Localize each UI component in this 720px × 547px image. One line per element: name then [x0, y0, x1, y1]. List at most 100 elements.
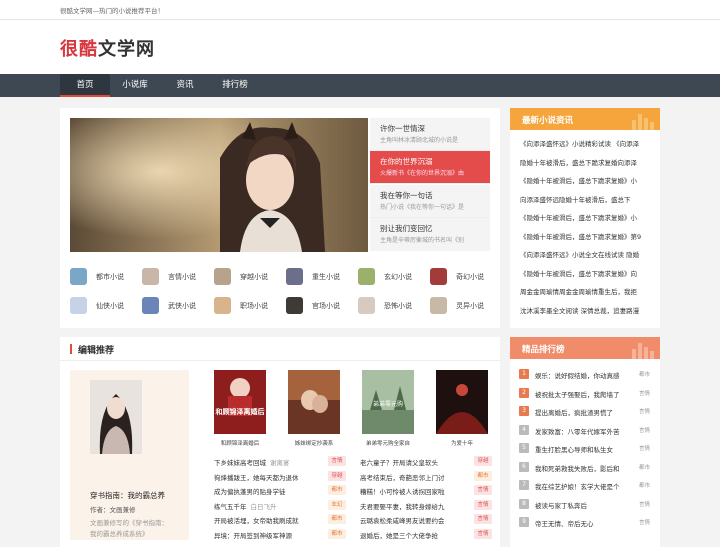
- book-list-row[interactable]: 练气五千年 白日飞升 玄幻: [214, 499, 346, 511]
- rank-item[interactable]: 9 帝王无情、帝后无心 言情: [519, 516, 657, 530]
- book-list-tag[interactable]: 都市: [328, 528, 346, 539]
- carousel-item[interactable]: 我在等你一句话 热门小说《我在等你一句话》是: [370, 185, 490, 218]
- carousel-item[interactable]: 许你一世情深 主角叫林冰清顾北城的小说是: [370, 118, 490, 151]
- category-label: 穿越小说: [240, 273, 268, 281]
- logo-red-text: 很酷: [60, 39, 98, 60]
- news-item[interactable]: 沈沐溪李墨全文阅读 深情总裁，追妻路漫: [520, 305, 650, 315]
- rank-title: 我和死弟救我失败后，影后和: [535, 464, 620, 473]
- news-item[interactable]: 向添泽盛怀远隐婚十年被滑后，盛总下: [520, 194, 650, 204]
- book-title[interactable]: 弟弟零元购全家自: [354, 439, 422, 447]
- carousel-image[interactable]: [70, 118, 368, 252]
- carousel-item-active[interactable]: 在你的世界沉溺 火爆新书《在你的世界沉溺》由: [370, 151, 490, 184]
- book-list-title: 异境：开局签到神级军神源: [214, 530, 322, 540]
- book-list-row[interactable]: 高考结束后，奇葩恶邻上门讨 都市: [360, 470, 492, 482]
- book-list-title: 成为偏执蓬男的贴身学徒: [214, 486, 322, 496]
- main-nav: 首页 小说库 资讯 排行榜: [0, 74, 720, 97]
- news-item[interactable]: 《向添泽盛怀远》小说全文在线试读 隐婚: [520, 249, 650, 259]
- news-heading-text: 最新小说资讯: [522, 116, 574, 126]
- news-item[interactable]: 《隐婚十年被滑后，盛总下跪求复婚》小: [520, 212, 650, 222]
- rank-item[interactable]: 4 发家致富：八零年代嫁军外苦 言情: [519, 424, 657, 438]
- rank-item[interactable]: 6 我和死弟救我失败后，影后和 都市: [519, 461, 657, 475]
- rank-number: 5: [519, 443, 529, 453]
- book-list-row[interactable]: 退婚后，她是三个大佬争抢 言情: [360, 528, 492, 540]
- book-list-row[interactable]: 糟糕！小可怜被人诱拐回家啦 言情: [360, 484, 492, 496]
- carousel-item-desc: 主角叫林冰清顾北城的小说是: [380, 137, 459, 144]
- book-list-tag[interactable]: 都市: [474, 470, 492, 481]
- book-list-tag[interactable]: 言情: [474, 499, 492, 510]
- book-list-tag[interactable]: 言情: [474, 514, 492, 524]
- rank-item[interactable]: 7 我在综艺护娘！玄学大佬是个 都市: [519, 479, 657, 493]
- book-cover[interactable]: 弟弟零元购: [362, 370, 414, 434]
- carousel-item[interactable]: 别让我们变回忆 主角是辛蒂厉衡城的书名叫《别: [370, 218, 490, 251]
- category-item[interactable]: 穿越小说: [214, 268, 274, 288]
- book-list-title: 下乡妹妹高考回城 谢离宴: [214, 457, 322, 467]
- category-item[interactable]: 官场小说: [286, 297, 346, 317]
- category-item[interactable]: 恐怖小说: [358, 297, 418, 317]
- rank-item[interactable]: 1 娱乐：说好假结婚，你动真感 都市: [519, 368, 657, 382]
- rank-item[interactable]: 3 提出离婚后，疯批渣男慌了 言情: [519, 405, 657, 419]
- category-item[interactable]: 言情小说: [142, 268, 202, 288]
- featured-book-desc: 文画兼修写的《穿书指南：我的霸总养成系统》: [90, 519, 168, 538]
- category-label: 恐怖小说: [384, 302, 412, 310]
- rank-item[interactable]: 8 被读与家丁私奔后 言情: [519, 498, 657, 512]
- category-item[interactable]: 仙侠小说: [70, 297, 130, 317]
- book-title[interactable]: 为爱十年: [428, 439, 496, 447]
- carousel-item-title: 在你的世界沉溺: [380, 157, 433, 166]
- rank-category: 言情: [639, 446, 651, 452]
- book-list-title: 开局被活埋，女帝助我刷成就: [214, 515, 322, 525]
- category-item[interactable]: 武侠小说: [142, 297, 202, 317]
- category-icon: [286, 268, 303, 285]
- book-cover[interactable]: [436, 370, 488, 434]
- category-item[interactable]: 职场小说: [214, 297, 274, 317]
- category-item[interactable]: 奇幻小说: [430, 268, 490, 288]
- book-list-row[interactable]: 夫君要娶平妻，我转身嫁给九 言情: [360, 499, 492, 511]
- book-title[interactable]: 姊妹绑定抄袭系: [280, 439, 348, 447]
- book-list-tag[interactable]: 玄幻: [328, 499, 346, 510]
- nav-news[interactable]: 资讯: [160, 74, 210, 97]
- book-list-row[interactable]: 下乡妹妹高考回城 谢离宴 言情: [214, 455, 346, 467]
- book-list-row[interactable]: 老六童子？开局请父皇软头 穿越: [360, 455, 492, 467]
- category-item[interactable]: 玄幻小说: [358, 268, 418, 288]
- featured-book-cover[interactable]: [90, 380, 142, 454]
- rank-item[interactable]: 2 被祝批太子强娶后，我爬墙了 言情: [519, 387, 657, 401]
- book-cover[interactable]: [288, 370, 340, 434]
- category-item[interactable]: 都市小说: [70, 268, 130, 288]
- category-icon: [70, 297, 87, 314]
- news-item[interactable]: 《向添泽盛怀远》小说精彩试读 《向添泽: [520, 138, 650, 148]
- rank-number: 2: [519, 387, 529, 398]
- book-list-title-text: 退婚后，她是三个大佬争抢: [360, 531, 438, 540]
- book-cover[interactable]: 和顾锦泽离婚后: [214, 370, 266, 434]
- rank-number: 7: [519, 480, 529, 490]
- featured-book-title[interactable]: 穿书指南：我的霸总养: [90, 490, 165, 501]
- rank-heading: 精品排行榜: [510, 337, 660, 359]
- nav-library[interactable]: 小说库: [110, 74, 160, 97]
- rank-title: 娱乐：说好假结婚，你动真感: [535, 372, 620, 380]
- book-list-row[interactable]: 成为偏执蓬男的贴身学徒 都市: [214, 484, 346, 496]
- book-list-tag[interactable]: 都市: [328, 485, 346, 495]
- rank-item[interactable]: 5 重生打脸黑心导师和私生女 言情: [519, 442, 657, 456]
- nav-home[interactable]: 首页: [60, 74, 110, 97]
- category-item[interactable]: 重生小说: [286, 268, 346, 288]
- book-list-tag[interactable]: 都市: [328, 514, 346, 524]
- news-item[interactable]: 《隐婚十年被滑后，盛总下跪求复婚》第9: [520, 231, 650, 241]
- news-item[interactable]: 隐婚十年被滑后，盛总下跪求复婚向添泽: [520, 157, 650, 167]
- news-item[interactable]: 《隐婚十年被滑后，盛总下跪求复婚》向: [520, 268, 650, 278]
- news-item[interactable]: 周金金周瑜情周金金周瑜情重生后，我拒: [520, 286, 650, 296]
- book-list-tag[interactable]: 穿越: [474, 456, 492, 466]
- news-item[interactable]: 《隐婚十年被滑后，盛总下跪求复婚》小: [520, 175, 650, 185]
- book-list-tag[interactable]: 言情: [474, 485, 492, 495]
- book-list-row[interactable]: 徇烽播跋王，她每天都为退休 穿越: [214, 470, 346, 482]
- book-list-tag[interactable]: 言情: [474, 528, 492, 539]
- category-label: 官场小说: [312, 302, 340, 310]
- nav-ranking[interactable]: 排行榜: [210, 74, 260, 97]
- category-item[interactable]: 灵异小说: [430, 297, 490, 317]
- book-list-tag[interactable]: 穿越: [328, 470, 346, 481]
- featured-book[interactable]: 穿书指南：我的霸总养 作者：文画兼修 文画兼修写的《穿书指南：我的霸总养成系统》: [70, 370, 189, 540]
- book-list-row[interactable]: 异境：开局签到神级军神源 都市: [214, 528, 346, 540]
- site-logo[interactable]: 很酷文学网: [60, 35, 155, 61]
- category-label: 奇幻小说: [456, 273, 484, 281]
- book-list-tag[interactable]: 言情: [328, 456, 346, 466]
- book-list-row[interactable]: 开局被活埋，女帝助我刷成就 都市: [214, 513, 346, 525]
- book-list-row[interactable]: 云璐袁松柔咸峰男友说要约会 言情: [360, 513, 492, 525]
- book-title[interactable]: 和顾锦泽离婚后: [206, 439, 274, 447]
